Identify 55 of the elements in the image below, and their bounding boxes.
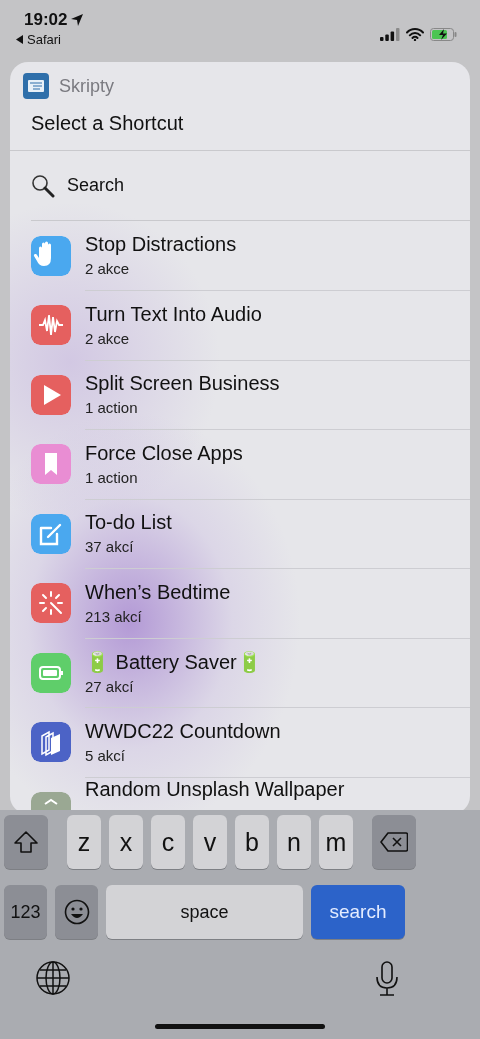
smiley-icon <box>63 899 90 925</box>
action-count: 1 action <box>85 468 139 486</box>
shortcut-name: Turn Text Into Audio <box>85 302 263 326</box>
letter-key[interactable]: x <box>109 815 143 869</box>
shortcut-item[interactable]: Split Screen Business 1 action <box>10 360 470 430</box>
shortcut-item[interactable]: Stop Distractions 2 akce <box>10 221 470 291</box>
shortcut-item[interactable]: Turn Text Into Audio 2 akce <box>10 290 470 360</box>
emoji-key[interactable] <box>55 885 98 939</box>
action-count: 5 akcí <box>85 746 127 764</box>
back-triangle-icon[interactable] <box>16 35 24 44</box>
letter-key[interactable]: m <box>319 815 353 869</box>
back-to-app-link[interactable]: Safari <box>27 32 61 47</box>
shortcut-name: Force Close Apps <box>85 441 244 465</box>
action-count: 2 akce <box>85 260 131 278</box>
sheet-title: Select a Shortcut <box>30 111 185 136</box>
signal-icon <box>380 27 400 41</box>
shortcut-name: When’s Bedtime <box>85 580 232 604</box>
action-count: 27 akcí <box>85 677 135 695</box>
letter-key[interactable]: c <box>151 815 185 869</box>
shortcut-item[interactable]: 🔋 Battery Saver🔋 27 akcí <box>10 638 470 708</box>
shortcut-item[interactable]: WWDC22 Countdown 5 akcí <box>10 707 470 777</box>
action-count: 2 akce <box>85 329 131 347</box>
shortcut-name: Random Unsplash Wallpaper <box>85 778 346 801</box>
shortcut-item[interactable]: To-do List 37 akcí <box>10 499 470 569</box>
location-arrow-icon <box>70 13 85 27</box>
shortcut-item[interactable]: When’s Bedtime 213 akcí <box>10 568 470 638</box>
letter-key[interactable]: z <box>67 815 101 869</box>
shortcut-name: Stop Distractions <box>85 233 238 257</box>
letter-key[interactable]: v <box>193 815 227 869</box>
search-key[interactable]: search <box>311 885 405 939</box>
app-name: Skripty <box>59 75 114 97</box>
shortcut-name: To-do List <box>85 511 173 535</box>
shortcut-name: WWDC22 Countdown <box>85 719 282 743</box>
microphone-icon[interactable] <box>374 961 400 997</box>
backspace-icon <box>380 832 408 852</box>
action-count: 1 action <box>85 399 139 417</box>
shift-icon <box>14 831 38 853</box>
letter-key[interactable]: b <box>235 815 269 869</box>
clock-time: 19:02 <box>24 10 68 30</box>
numbers-key[interactable]: 123 <box>4 885 47 939</box>
backspace-key[interactable] <box>372 815 416 869</box>
space-key[interactable]: space <box>106 885 303 939</box>
document-icon <box>23 73 49 99</box>
action-count: 37 akcí <box>85 538 135 556</box>
wifi-icon <box>406 27 424 41</box>
letter-key[interactable]: n <box>277 815 311 869</box>
shift-key[interactable] <box>4 815 48 869</box>
shortcut-name: 🔋 Battery Saver🔋 <box>85 649 263 674</box>
search-field[interactable]: Search <box>10 151 470 220</box>
battery-charging-icon <box>430 27 458 41</box>
action-count: 213 akcí <box>85 607 143 625</box>
globe-icon[interactable] <box>36 961 70 995</box>
shortcut-name: Split Screen Business <box>85 372 281 396</box>
search-icon <box>31 173 55 198</box>
shortcut-item[interactable]: Force Close Apps 1 action <box>10 429 470 499</box>
